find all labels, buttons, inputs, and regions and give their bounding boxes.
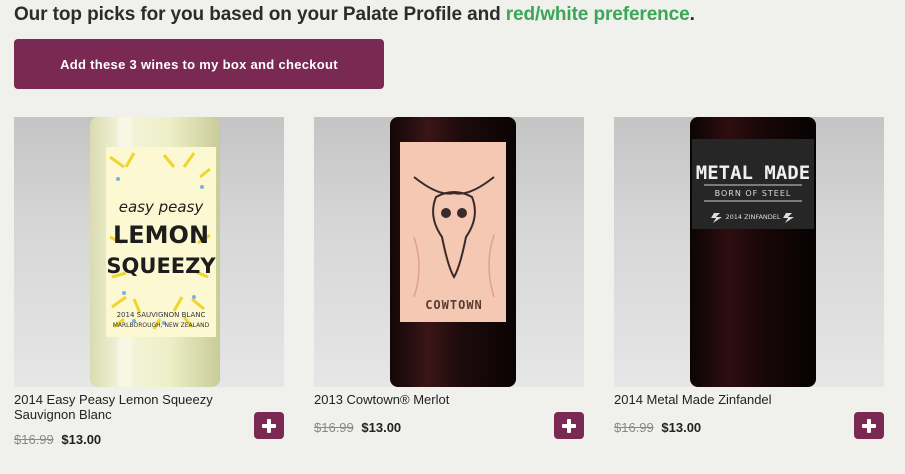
- product-card: easy peasy LEMON SQUEEZY 2014 SAUVIGNON …: [14, 117, 286, 474]
- price-row: $16.99 $13.00: [314, 420, 401, 436]
- add-to-box-button[interactable]: [854, 412, 884, 439]
- label-text: 2014 SAUVIGNON BLANC: [117, 311, 206, 319]
- plus-icon: [562, 418, 576, 433]
- plus-icon: [862, 418, 876, 433]
- label-text: SQUEEZY: [106, 254, 216, 278]
- sale-price: $13.00: [361, 420, 402, 435]
- original-price: $16.99: [14, 432, 54, 447]
- sale-price: $13.00: [661, 420, 702, 435]
- preference-highlight: red/white preference: [505, 4, 690, 25]
- label-text: LEMON: [113, 221, 209, 249]
- product-image[interactable]: COWTOWN: [314, 117, 584, 387]
- product-card: COWTOWN 2013 Cowtown® Merlot $16.99 $13.…: [314, 117, 586, 474]
- original-price: $16.99: [614, 420, 654, 435]
- page-heading: Our top picks for you based on your Pala…: [14, 4, 695, 26]
- price-row: $16.99 $13.00: [14, 432, 101, 448]
- add-all-and-checkout-button[interactable]: Add these 3 wines to my box and checkout: [14, 39, 384, 89]
- label-text: MARLBOROUGH, NEW ZEALAND: [113, 322, 210, 329]
- plus-icon: [262, 418, 276, 433]
- product-name[interactable]: 2014 Easy Peasy Lemon Squeezy Sauvignon …: [14, 392, 276, 422]
- label-text: 2014 ZINFANDEL: [725, 213, 780, 221]
- original-price: $16.99: [314, 420, 354, 435]
- label-text: easy peasy: [119, 198, 205, 216]
- red-wine-bottle-icon: METAL MADE BORN OF STEEL 2014 ZINFANDEL: [690, 117, 816, 387]
- label-text: COWTOWN: [425, 298, 483, 312]
- add-to-box-button[interactable]: [554, 412, 584, 439]
- product-card: METAL MADE BORN OF STEEL 2014 ZINFANDEL …: [614, 117, 886, 474]
- heading-period: .: [689, 4, 695, 25]
- add-to-box-button[interactable]: [254, 412, 284, 439]
- label-text: BORN OF STEEL: [715, 189, 792, 198]
- product-name[interactable]: 2013 Cowtown® Merlot: [314, 392, 576, 407]
- product-name[interactable]: 2014 Metal Made Zinfandel: [614, 392, 876, 407]
- white-wine-bottle-icon: easy peasy LEMON SQUEEZY 2014 SAUVIGNON …: [90, 117, 220, 387]
- price-row: $16.99 $13.00: [614, 420, 701, 436]
- sale-price: $13.00: [61, 432, 102, 447]
- product-image[interactable]: METAL MADE BORN OF STEEL 2014 ZINFANDEL: [614, 117, 884, 387]
- heading-text: Our top picks for you based on your Pala…: [14, 4, 506, 25]
- red-wine-bottle-icon: COWTOWN: [390, 117, 516, 387]
- label-text: METAL MADE: [696, 162, 810, 184]
- product-image[interactable]: easy peasy LEMON SQUEEZY 2014 SAUVIGNON …: [14, 117, 284, 387]
